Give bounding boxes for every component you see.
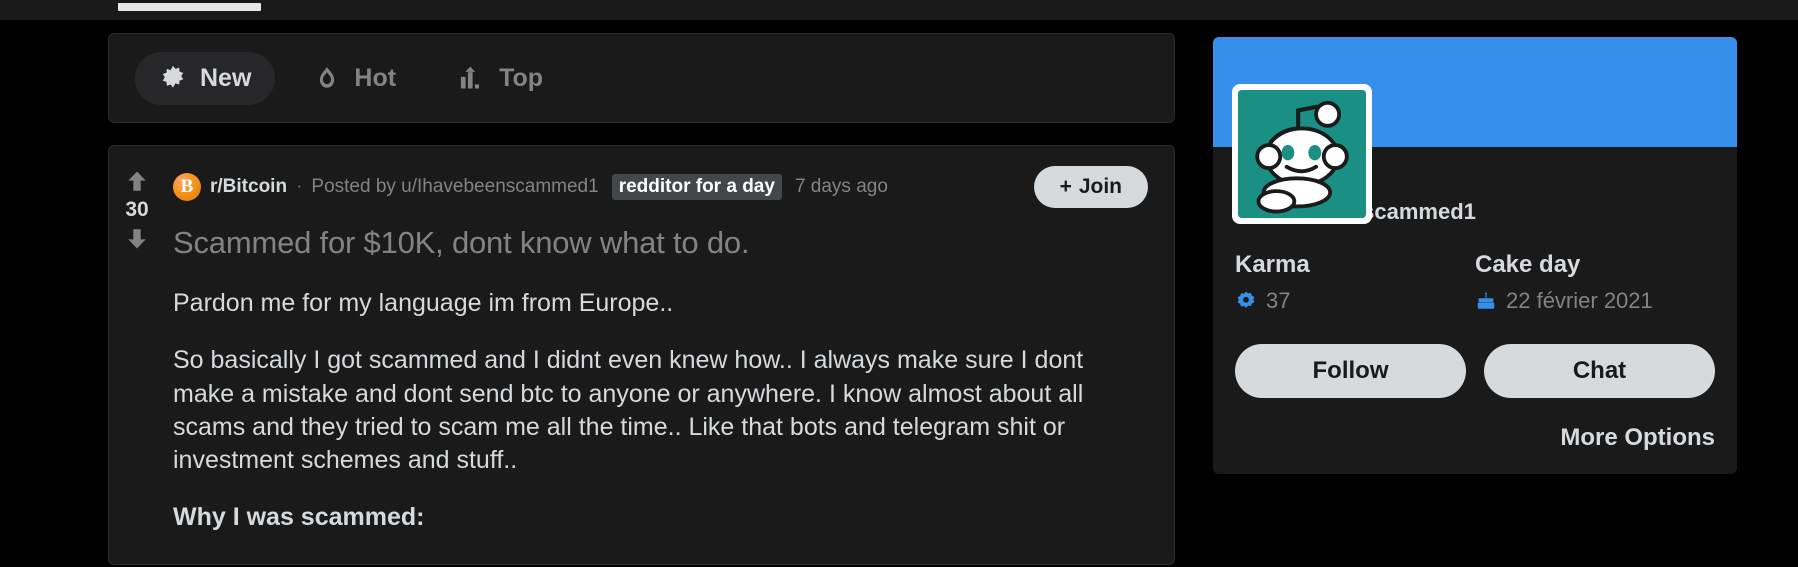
sort-tab-new[interactable]: New: [135, 51, 276, 105]
sparkle-icon: [162, 65, 184, 88]
bitcoin-subreddit-icon: B: [173, 173, 201, 201]
stat-cake-day: Cake day 22 février 2021: [1475, 251, 1715, 314]
post-paragraph: Pardon me for my language im from Europe…: [173, 289, 674, 317]
sort-tab-top-label: Top: [499, 63, 544, 92]
stat-cake-day-value-row: 22 février 2021: [1475, 288, 1715, 314]
stat-karma-value: 37: [1266, 288, 1291, 313]
bar-chart-up-icon: [460, 66, 480, 89]
profile-banner: [1213, 37, 1737, 224]
reddit-snoo-avatar: [1238, 90, 1366, 218]
vote-column: 30: [109, 146, 165, 564]
post-author[interactable]: Posted by u/Ihavebeenscammed1: [311, 176, 598, 198]
join-button[interactable]: + Join: [1033, 166, 1148, 208]
avatar[interactable]: [1232, 84, 1372, 224]
flame-icon: [320, 66, 335, 88]
meta-separator: ·: [296, 176, 303, 197]
post-card: 30 B r/Bitcoin · Posted by u/Ihavebeensc…: [108, 145, 1175, 565]
sort-tab-new-label: New: [200, 63, 252, 92]
post-meta-row: B r/Bitcoin · Posted by u/Ihavebeenscamm…: [173, 166, 1148, 208]
stat-karma-value-row: 37: [1235, 288, 1475, 314]
sort-tab-hot-label: Hot: [354, 63, 397, 92]
subreddit-link[interactable]: r/Bitcoin: [210, 176, 287, 198]
profile-stats: Karma 37 Cake day 22 février 2021: [1235, 251, 1715, 314]
sort-tab-top[interactable]: Top: [434, 52, 567, 105]
reddit-post-page: New Hot Top 30 B r/Bitcoin · Posted by u…: [0, 0, 1798, 567]
cake-icon: [1477, 292, 1495, 309]
chat-button[interactable]: Chat: [1484, 344, 1715, 398]
upvote-arrow-icon[interactable]: [124, 168, 150, 194]
user-profile-card: u/Ihavebeenscammed1 Karma 37: [1213, 37, 1737, 474]
plus-icon: +: [1059, 175, 1072, 198]
post-text-body: Pardon me for my language im from Europe…: [173, 287, 1148, 535]
stat-karma: Karma 37: [1235, 251, 1475, 314]
sidebar: u/Ihavebeenscammed1 Karma 37: [1213, 37, 1737, 474]
vote-count: 30: [125, 198, 149, 221]
post-title[interactable]: Scammed for $10K, dont know what to do.: [173, 225, 1148, 261]
stat-cake-day-value: 22 février 2021: [1506, 288, 1653, 313]
post-paragraph: So basically I got scammed and I didnt e…: [173, 346, 1084, 474]
downvote-arrow-icon[interactable]: [124, 226, 150, 252]
profile-actions: Follow Chat: [1235, 344, 1715, 398]
more-options-link[interactable]: More Options: [1235, 424, 1715, 452]
karma-badge-icon: [1237, 291, 1255, 308]
join-button-label: Join: [1078, 175, 1122, 198]
post-paragraph-heading: Why I was scammed:: [173, 503, 425, 532]
sort-tab-hot[interactable]: Hot: [289, 52, 420, 105]
top-tab-strip: [0, 0, 1798, 20]
stat-karma-label: Karma: [1235, 251, 1310, 278]
page-content: New Hot Top 30 B r/Bitcoin · Posted by u…: [0, 20, 1798, 567]
post-content: B r/Bitcoin · Posted by u/Ihavebeenscamm…: [165, 146, 1174, 564]
author-flair-badge: redditor for a day: [611, 174, 782, 200]
post-timestamp: 7 days ago: [794, 176, 888, 197]
main-column: New Hot Top 30 B r/Bitcoin · Posted by u…: [108, 33, 1175, 565]
follow-button[interactable]: Follow: [1235, 344, 1466, 398]
stat-cake-day-label: Cake day: [1475, 251, 1581, 278]
sort-bar: New Hot Top: [108, 33, 1175, 123]
active-tab-indicator[interactable]: [118, 3, 261, 11]
